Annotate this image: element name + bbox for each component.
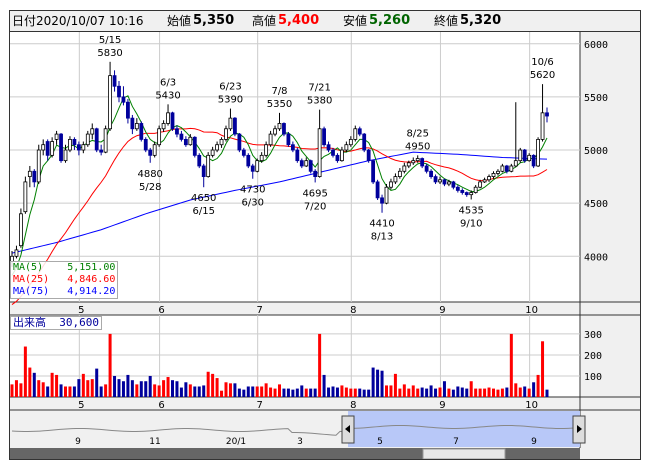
ma25-value: 4,846.60	[67, 274, 116, 285]
ma75-label: MA(75)	[13, 286, 50, 297]
open-label: 始値	[167, 14, 192, 28]
low-value: 5,260	[369, 13, 411, 28]
ma25-label: MA(25)	[13, 274, 50, 285]
open-value: 5,350	[193, 13, 235, 28]
low-label: 安値	[343, 14, 368, 28]
ohlc-header: 日付 2020/10/07 10:16 始値 5,350 高値 5,400 安値…	[10, 11, 640, 32]
chart-frame	[9, 10, 641, 460]
close-label: 終値	[434, 14, 459, 28]
ma5-label: MA(5)	[13, 262, 44, 273]
ma-legend: MA(5) 5,151.00 MA(25) 4,846.60 MA(75) 4,…	[10, 261, 119, 299]
ma75-value: 4,914.20	[67, 286, 116, 297]
stock-chart-widget: 6000 5500 5000 4500 4000 300 200 100 5 5 6 6 7 7 8 8 9 9 1…	[0, 0, 652, 469]
close-value: 5,320	[460, 13, 502, 28]
high-label: 高値	[252, 14, 277, 28]
date-label: 日付	[12, 14, 37, 28]
high-value: 5,400	[278, 13, 320, 28]
ma5-value: 5,151.00	[67, 262, 116, 273]
volume-value: 30,600	[59, 316, 99, 329]
volume-label: 出来高	[13, 316, 46, 329]
volume-legend: 出来高 30,600	[10, 316, 102, 330]
date-value: 2020/10/07 10:16	[36, 14, 144, 28]
